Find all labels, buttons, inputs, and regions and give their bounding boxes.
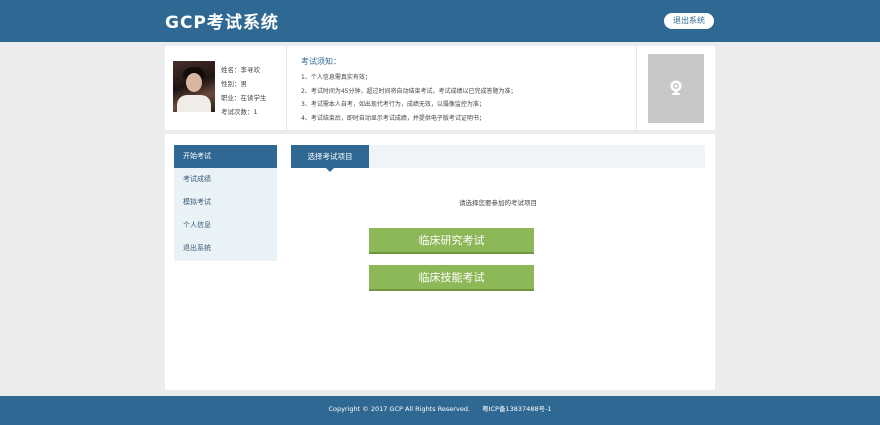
user-occupation: 职业：在读学生 — [221, 94, 267, 102]
tab-select-exam[interactable]: 选择考试项目 — [291, 145, 369, 168]
logout-button[interactable]: 退出系统 — [664, 13, 714, 29]
notice-item: 4、考试结束后，即时自动显示考试成绩，并提供电子版考试证明书； — [301, 114, 485, 122]
user-gender: 性别：男 — [221, 80, 247, 88]
notice-title: 考试须知： — [301, 57, 341, 66]
footer: Copyright © 2017 GCP All Rights Reserved… — [0, 396, 880, 425]
tab-caret-icon — [326, 168, 334, 172]
user-name: 姓名：李寻欢 — [221, 66, 260, 74]
avatar — [173, 61, 215, 112]
footer-copyright: Copyright © 2017 GCP All Rights Reserved… — [328, 405, 471, 413]
top-header: GCP考试系统 退出系统 — [0, 0, 880, 42]
user-exam-count: 考试次数：1 — [221, 108, 258, 116]
select-exam-prompt: 请选择您要参加的考试项目 — [459, 199, 537, 207]
main-panel: 开始考试 考试成绩 模拟考试 个人信息 退出系统 选择考试项目 请选择您要参加的… — [165, 134, 715, 390]
clinical-skills-exam-button[interactable]: 临床技能考试 — [369, 265, 534, 291]
notice-item: 1、个人信息需真实有效； — [301, 74, 371, 81]
exam-notice: 考试须知： 1、个人信息需真实有效； 2、考试时间为45分钟，超过时间将自动结束… — [301, 56, 661, 125]
divider — [636, 46, 637, 130]
app-logo: GCP考试系统 — [165, 13, 279, 33]
user-info-card: 姓名：李寻欢 性别：男 职业：在读学生 考试次数：1 考试须知： 1、个人信息需… — [165, 46, 715, 130]
user-details: 姓名：李寻欢 性别：男 职业：在读学生 考试次数：1 — [221, 63, 267, 119]
divider — [286, 46, 287, 130]
clinical-research-exam-button[interactable]: 临床研究考试 — [369, 228, 534, 254]
sidebar-item-start-exam[interactable]: 开始考试 — [174, 145, 277, 168]
sidebar-item-personal-info[interactable]: 个人信息 — [174, 214, 277, 237]
camera-icon — [670, 80, 682, 95]
notice-item: 3、考试需本人自考，如出现代考行为，成绩无效，以摄像监控为准； — [301, 101, 485, 108]
sidebar-item-mock-exam[interactable]: 模拟考试 — [174, 191, 277, 214]
footer-icp[interactable]: 粤ICP备13837488号-1 — [482, 405, 551, 413]
sidebar-menu: 开始考试 考试成绩 模拟考试 个人信息 退出系统 — [174, 145, 277, 261]
notice-item: 2、考试时间为45分钟，超过时间将自动结束考试，考试成绩以已完成答题为准； — [301, 87, 517, 95]
sidebar-item-exam-scores[interactable]: 考试成绩 — [174, 168, 277, 191]
tab-bar: 选择考试项目 — [291, 145, 705, 172]
camera-photo-placeholder — [648, 54, 704, 123]
sidebar-item-logout[interactable]: 退出系统 — [174, 237, 277, 260]
